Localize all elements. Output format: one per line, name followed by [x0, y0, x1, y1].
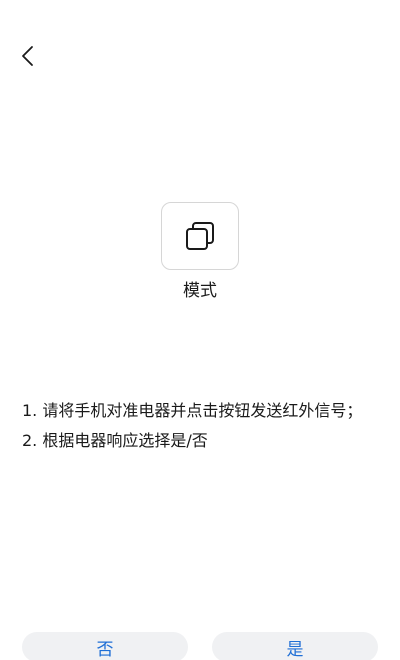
screen: 模式 1. 请将手机对准电器并点击按钮发送红外信号； 2. 根据电器响应选择是/… [0, 0, 400, 660]
copy-layers-icon [186, 222, 214, 250]
instruction-step-1: 1. 请将手机对准电器并点击按钮发送红外信号； [22, 401, 363, 420]
back-button[interactable] [12, 40, 44, 72]
action-bar: 否 是 [22, 632, 378, 660]
instructions: 1. 请将手机对准电器并点击按钮发送红外信号； 2. 根据电器响应选择是/否 [22, 400, 382, 460]
mode-button[interactable] [161, 202, 239, 270]
chevron-left-icon [22, 46, 33, 66]
no-button[interactable]: 否 [22, 632, 188, 660]
instruction-step-2: 2. 根据电器响应选择是/否 [22, 431, 208, 450]
mode-label: 模式 [183, 281, 217, 301]
yes-button[interactable]: 是 [212, 632, 378, 660]
